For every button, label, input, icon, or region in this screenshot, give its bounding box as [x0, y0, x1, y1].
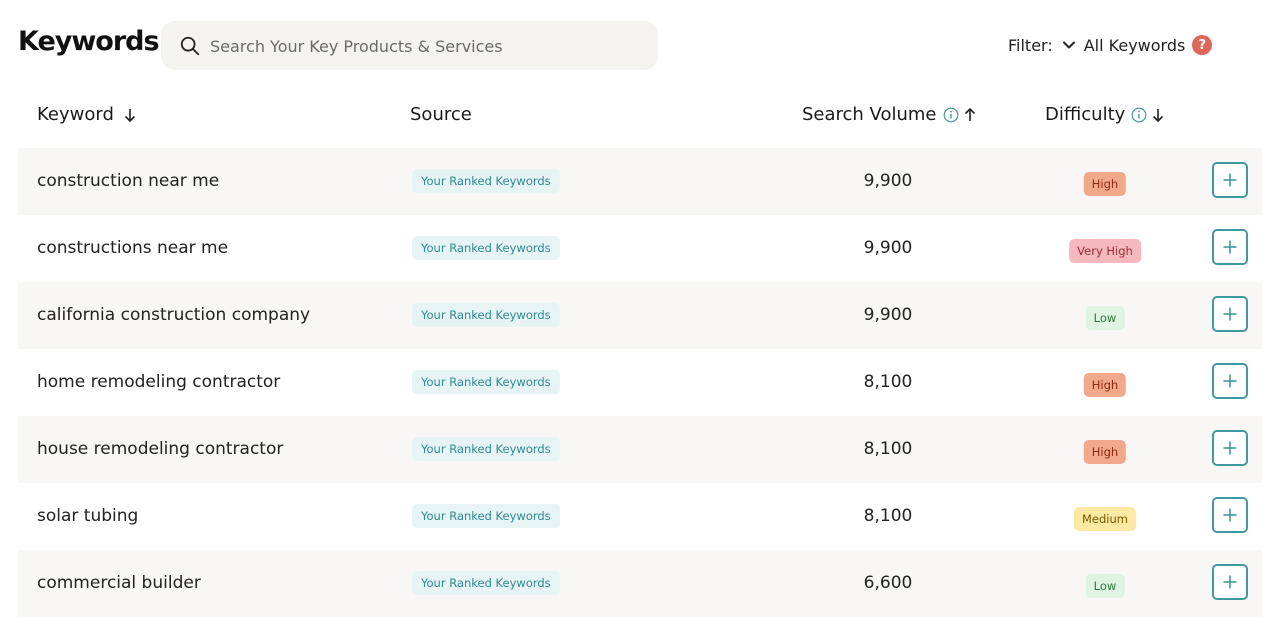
plus-icon [1223, 374, 1237, 388]
column-difficulty[interactable]: Difficulty [1045, 104, 1165, 125]
keyword-cell: home remodeling contractor [37, 372, 281, 392]
column-search-volume[interactable]: Search Volume [802, 104, 977, 125]
info-icon[interactable] [1131, 107, 1147, 123]
difficulty-badge: Medium [1074, 507, 1136, 531]
source-badge: Your Ranked Keywords [412, 504, 560, 528]
add-keyword-button[interactable] [1212, 296, 1248, 332]
page-title: Keywords [18, 26, 160, 57]
column-source-label: Source [410, 104, 472, 125]
keyword-table: construction near me Your Ranked Keyword… [18, 148, 1262, 617]
filter-label: Filter: [1008, 35, 1053, 55]
difficulty-badge: High [1083, 172, 1127, 196]
column-difficulty-label: Difficulty [1045, 104, 1126, 125]
source-badge: Your Ranked Keywords [412, 303, 560, 327]
table-row[interactable]: construction near me Your Ranked Keyword… [18, 148, 1262, 215]
column-keyword-label: Keyword [37, 104, 114, 125]
keyword-cell: constructions near me [37, 238, 229, 258]
page-header: Keywords Filter: All Keywords ? [0, 0, 1280, 90]
plus-icon [1223, 173, 1237, 187]
volume-cell: 6,600 [863, 573, 913, 593]
difficulty-badge: Very High [1069, 239, 1141, 263]
keyword-cell: construction near me [37, 171, 220, 191]
source-badge: Your Ranked Keywords [412, 236, 560, 260]
column-keyword[interactable]: Keyword [37, 104, 137, 125]
sort-down-icon[interactable] [1151, 107, 1165, 123]
table-header: Keyword Source Search Volume Difficulty [0, 100, 1280, 132]
difficulty-badge: High [1083, 373, 1127, 397]
source-badge: Your Ranked Keywords [412, 437, 560, 461]
source-badge: Your Ranked Keywords [412, 169, 560, 193]
table-row[interactable]: constructions near me Your Ranked Keywor… [18, 215, 1262, 282]
volume-cell: 8,100 [863, 372, 913, 392]
search-input[interactable] [208, 21, 642, 72]
sort-down-icon[interactable] [123, 107, 137, 123]
sort-up-icon[interactable] [963, 107, 977, 123]
add-keyword-button[interactable] [1212, 430, 1248, 466]
add-keyword-button[interactable] [1212, 229, 1248, 265]
help-icon[interactable]: ? [1192, 35, 1213, 55]
volume-cell: 9,900 [863, 238, 913, 258]
keyword-cell: california construction company [37, 305, 311, 325]
add-keyword-button[interactable] [1212, 497, 1248, 533]
table-row[interactable]: california construction company Your Ran… [18, 282, 1262, 349]
table-row[interactable]: house remodeling contractor Your Ranked … [18, 416, 1262, 483]
info-icon[interactable] [943, 107, 959, 123]
plus-icon [1223, 575, 1237, 589]
filter-control[interactable]: Filter: All Keywords ? [1008, 34, 1213, 56]
source-badge: Your Ranked Keywords [412, 571, 560, 595]
volume-cell: 8,100 [863, 506, 913, 526]
difficulty-badge: Low [1085, 574, 1125, 598]
keyword-cell: commercial builder [37, 573, 201, 593]
plus-icon [1223, 441, 1237, 455]
plus-icon [1223, 307, 1237, 321]
difficulty-badge: High [1083, 440, 1127, 464]
volume-cell: 8,100 [863, 439, 913, 459]
plus-icon [1223, 240, 1237, 254]
keyword-cell: house remodeling contractor [37, 439, 284, 459]
column-volume-label: Search Volume [802, 104, 937, 125]
difficulty-badge: Low [1085, 306, 1125, 330]
column-source: Source [410, 104, 472, 125]
keyword-cell: solar tubing [37, 506, 139, 526]
add-keyword-button[interactable] [1212, 564, 1248, 600]
volume-cell: 9,900 [863, 305, 913, 325]
table-row[interactable]: home remodeling contractor Your Ranked K… [18, 349, 1262, 416]
add-keyword-button[interactable] [1212, 363, 1248, 399]
source-badge: Your Ranked Keywords [412, 370, 560, 394]
search-icon [180, 36, 200, 56]
table-row[interactable]: solar tubing Your Ranked Keywords 8,100 … [18, 483, 1262, 550]
add-keyword-button[interactable] [1212, 162, 1248, 198]
filter-value[interactable]: All Keywords [1084, 36, 1186, 55]
table-row[interactable]: commercial builder Your Ranked Keywords … [18, 550, 1262, 617]
search-box[interactable] [161, 21, 658, 72]
volume-cell: 9,900 [863, 171, 913, 191]
plus-icon [1223, 508, 1237, 522]
chevron-down-icon[interactable] [1061, 37, 1077, 53]
